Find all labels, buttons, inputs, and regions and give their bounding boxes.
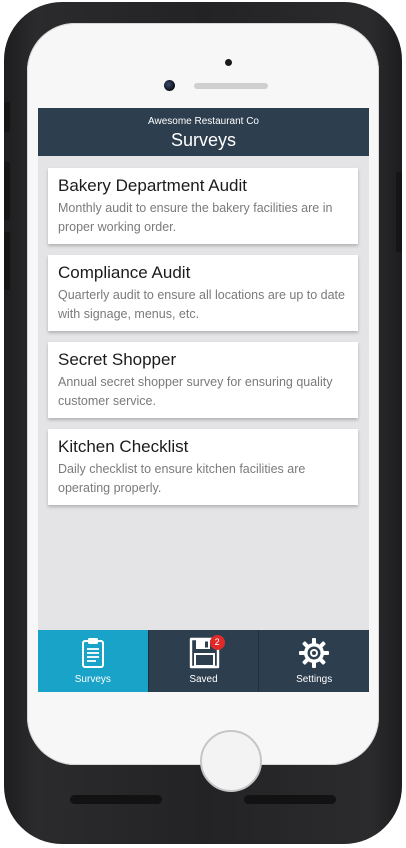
tab-saved[interactable]: 2 Saved: [147, 630, 259, 692]
company-name: Awesome Restaurant Co: [148, 116, 259, 127]
mute-switch: [4, 102, 10, 132]
front-camera: [164, 80, 175, 91]
earpiece-speaker: [194, 83, 268, 89]
power-button: [396, 172, 402, 252]
survey-card-secret-shopper[interactable]: Secret Shopper Annual secret shopper sur…: [48, 342, 358, 418]
saved-count-badge: 2: [209, 635, 225, 650]
survey-card-compliance[interactable]: Compliance Audit Quarterly audit to ensu…: [48, 255, 358, 331]
tab-settings[interactable]: Settings: [258, 630, 369, 692]
survey-card-kitchen[interactable]: Kitchen Checklist Daily checklist to ens…: [48, 429, 358, 505]
survey-description: Monthly audit to ensure the bakery facil…: [58, 201, 333, 234]
survey-list: Bakery Department Audit Monthly audit to…: [48, 168, 358, 516]
tab-label: Surveys: [74, 674, 111, 685]
tab-label: Saved: [189, 674, 218, 685]
survey-title: Compliance Audit: [58, 263, 191, 282]
tab-surveys[interactable]: Surveys: [38, 630, 148, 692]
survey-description: Quarterly audit to ensure all locations …: [58, 288, 345, 321]
gear-icon: [297, 636, 331, 670]
survey-card-bakery[interactable]: Bakery Department Audit Monthly audit to…: [48, 168, 358, 244]
app-header: Awesome Restaurant Co Surveys: [38, 108, 369, 156]
survey-title: Kitchen Checklist: [58, 437, 189, 456]
survey-description: Annual secret shopper survey for ensurin…: [58, 375, 333, 408]
volume-up-button: [4, 162, 10, 220]
case-slot-left: [70, 795, 162, 804]
tab-bar: Surveys 2 Saved Settings: [38, 630, 369, 692]
survey-title: Bakery Department Audit: [58, 176, 247, 195]
home-button[interactable]: [200, 730, 262, 792]
survey-description: Daily checklist to ensure kitchen facili…: [58, 462, 306, 495]
case-slot-right: [244, 795, 336, 804]
survey-title: Secret Shopper: [58, 350, 177, 369]
page-title: Surveys: [170, 130, 237, 150]
app-screen: Awesome Restaurant Co Surveys Bakery Dep…: [38, 108, 369, 692]
tab-label: Settings: [296, 674, 333, 685]
volume-down-button: [4, 232, 10, 290]
clipboard-icon: [76, 636, 110, 670]
sensor-dot: [225, 59, 232, 66]
